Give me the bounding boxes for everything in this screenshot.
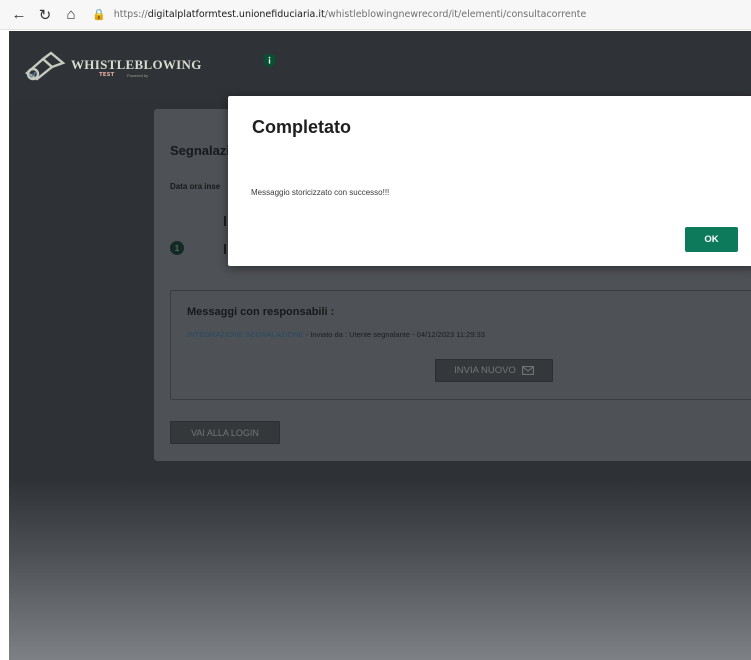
message-link[interactable]: INTEGRAZIONE SEGNALAZIONE (187, 330, 304, 339)
modal-message: Messaggio storicizzato con successo!!! (251, 188, 390, 197)
whistle-logo-icon: uf (24, 51, 66, 81)
address-bar[interactable]: 🔒 https://digitalplatformtest.unionefidu… (92, 4, 586, 26)
card-title: Segnalazi (170, 143, 230, 158)
url-host: digitalplatformtest.unionefiduciaria.it (147, 9, 325, 20)
brand-subtitle: TEST (99, 72, 115, 78)
message-details: - Inviato da : Utente segnalante - 04/12… (303, 330, 485, 339)
shield-info-icon[interactable] (263, 53, 276, 68)
messages-panel: Messaggi con responsabili : INTEGRAZIONE… (170, 290, 751, 400)
app-header: uf WHISTLEBLOWING TEST Powered by (9, 31, 751, 101)
url-path: /whistleblowingnewrecord/it/elementi/con… (324, 9, 587, 20)
reload-icon[interactable]: ↻ (32, 2, 58, 28)
home-icon[interactable]: ⌂ (58, 2, 84, 28)
browser-toolbar: ← ↻ ⌂ 🔒 https://digitalplatformtest.unio… (0, 0, 751, 30)
messages-title: Messaggi con responsabili : (187, 306, 335, 318)
url-scheme: https:// (113, 9, 148, 20)
step-indicator: 1 (170, 241, 184, 255)
modal-title: Completato (252, 117, 351, 137)
date-label: Data ora inse (170, 182, 221, 191)
envelope-icon (521, 366, 534, 375)
brand-title: WHISTLEBLOWING (71, 57, 202, 72)
back-arrow-icon[interactable]: ← (6, 2, 32, 28)
ok-button[interactable]: OK (685, 227, 738, 252)
step-connector (224, 244, 226, 254)
step-connector (224, 216, 226, 226)
message-row: INTEGRAZIONE SEGNALAZIONE - Inviato da :… (187, 330, 485, 339)
lock-icon: 🔒 (92, 8, 106, 21)
brand-powered-by: Powered by (127, 73, 149, 78)
send-new-label: INVIA NUOVO (454, 365, 516, 376)
success-modal: Completato Messaggio storicizzato con su… (228, 96, 751, 266)
login-button[interactable]: VAI ALLA LOGIN (170, 421, 280, 444)
send-new-button[interactable]: INVIA NUOVO (435, 359, 553, 382)
svg-text:uf: uf (29, 72, 36, 79)
